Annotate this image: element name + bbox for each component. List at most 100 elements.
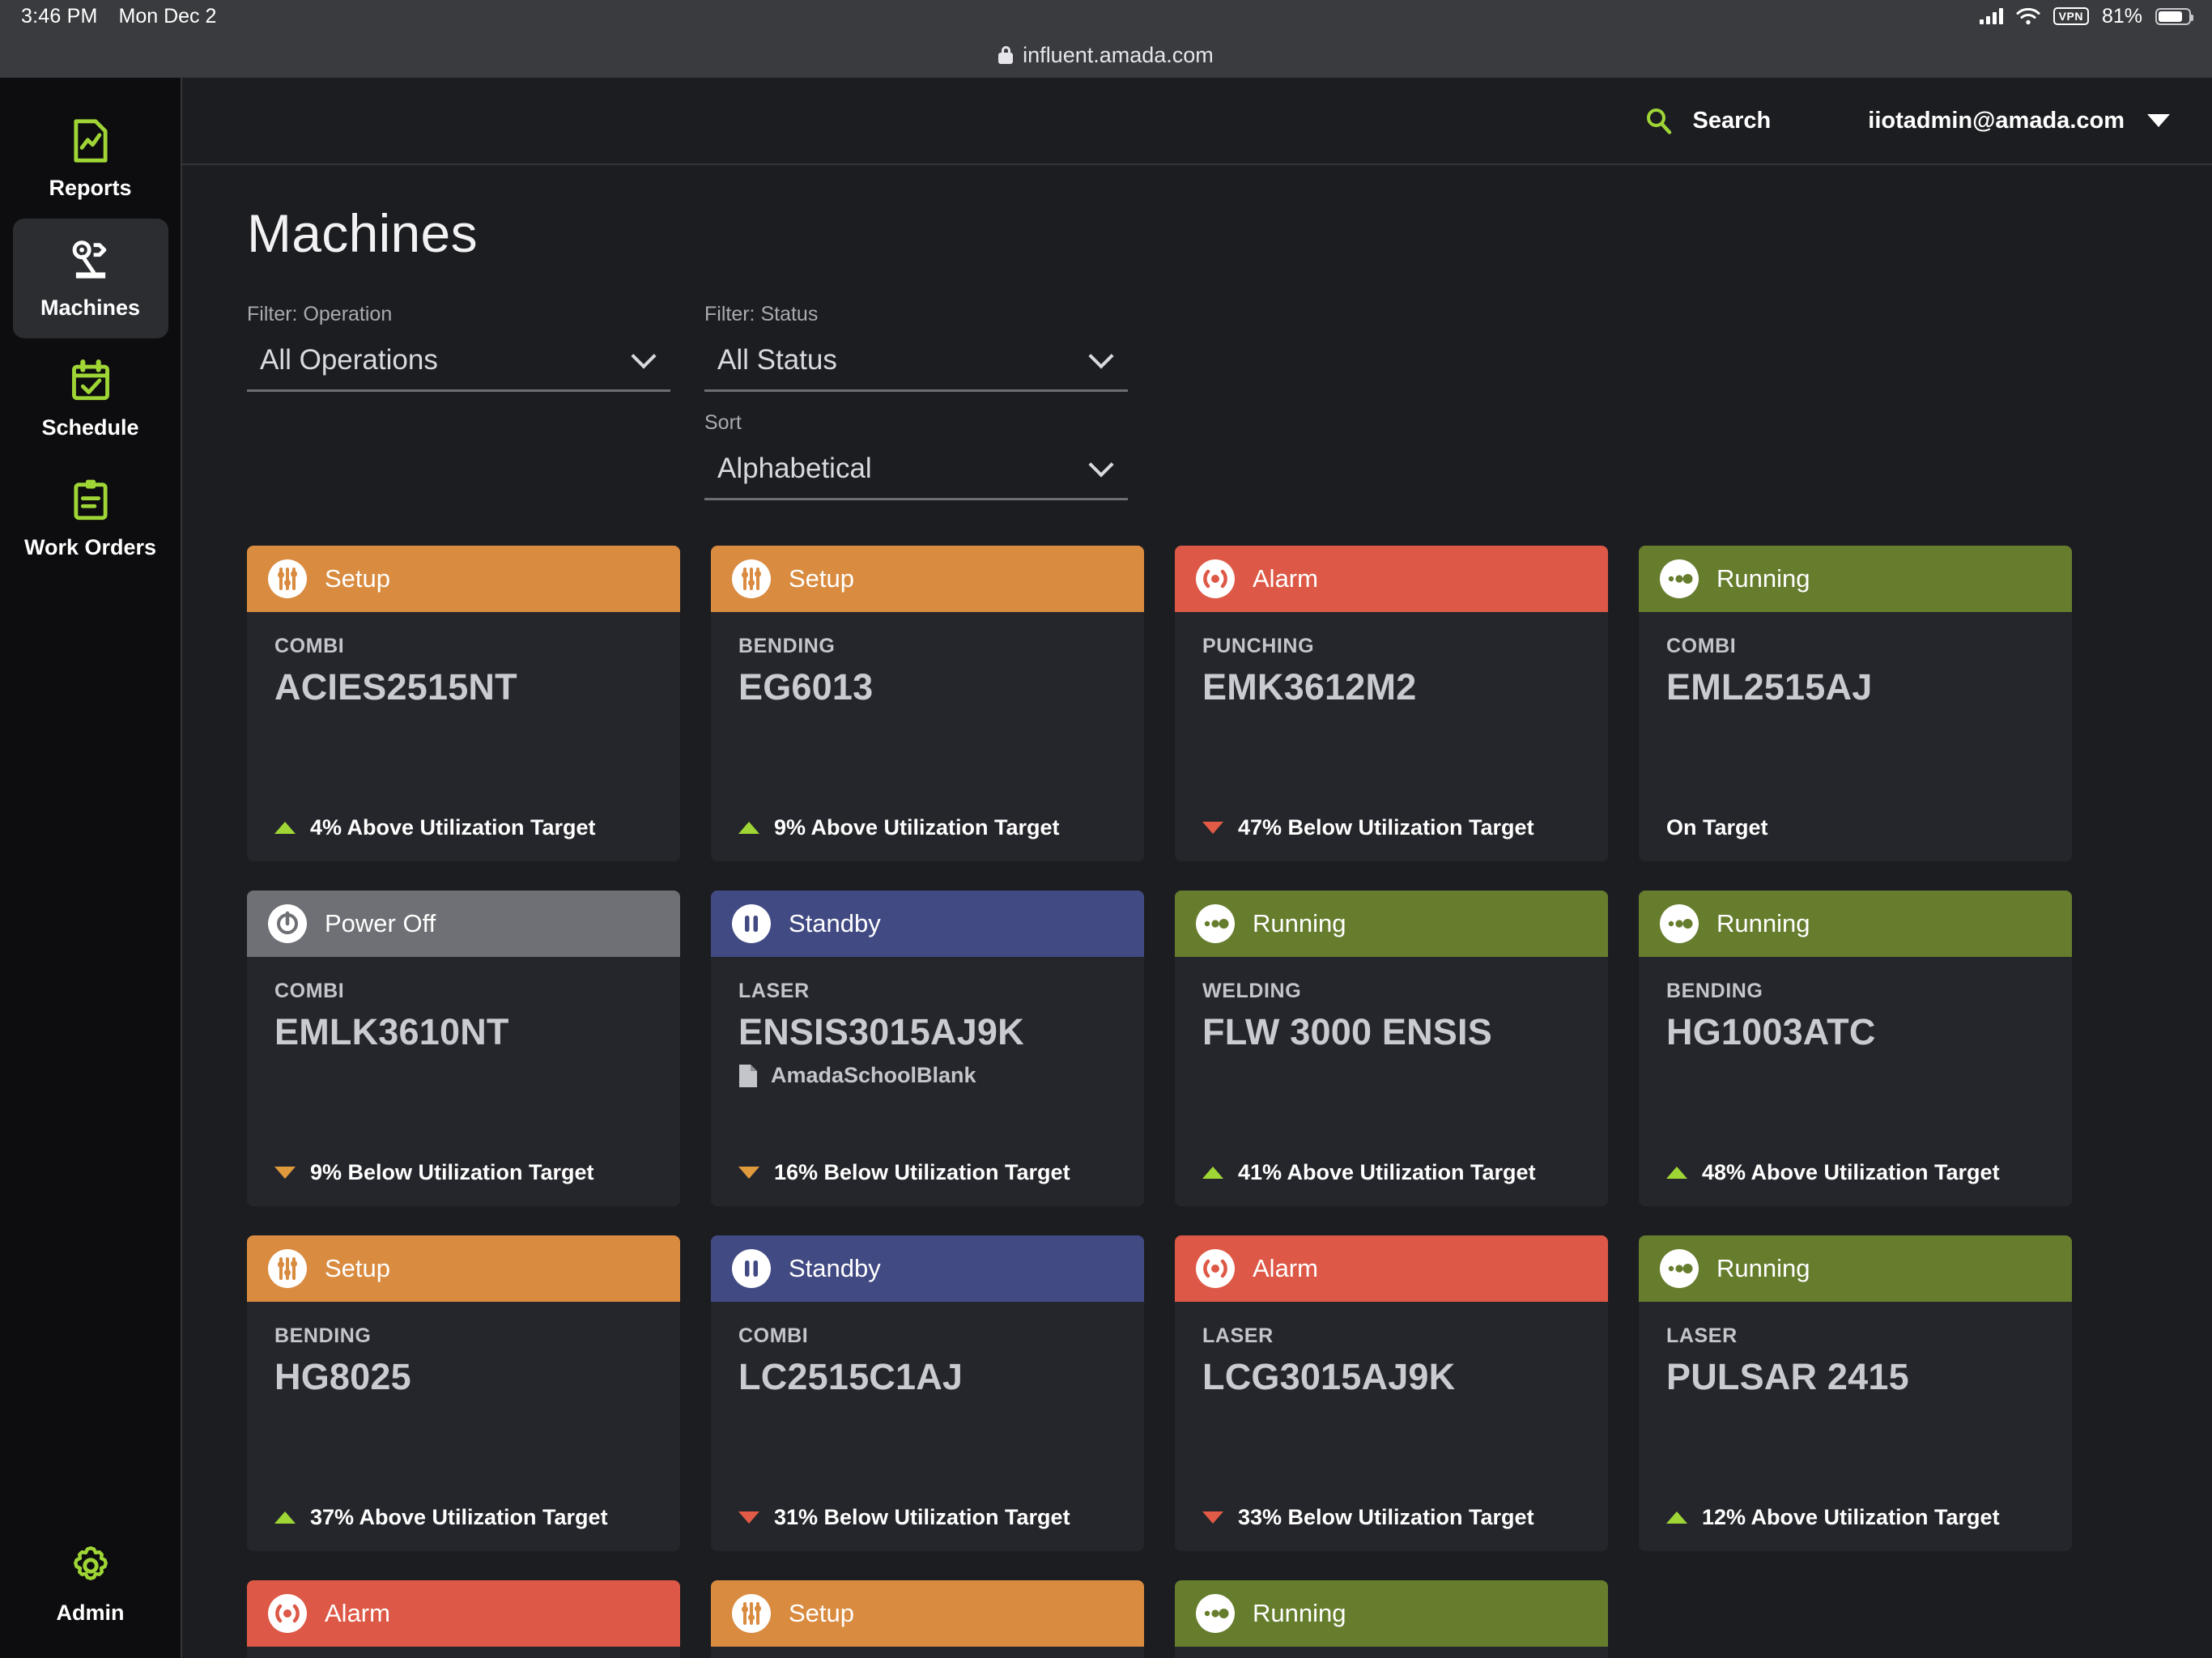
filter-status-label: Filter: Status <box>704 303 1128 326</box>
sidebar-item-schedule[interactable]: Schedule <box>13 338 168 458</box>
machine-utilization-text: 33% Below Utilization Target <box>1238 1505 1534 1530</box>
robot-arm-icon <box>67 237 114 284</box>
machine-name: HG8025 <box>274 1356 653 1398</box>
machine-utilization-text: 37% Above Utilization Target <box>310 1505 608 1530</box>
machine-name: ACIES2515NT <box>274 666 653 708</box>
machine-status-label: Alarm <box>325 1599 390 1628</box>
machine-card-status-header: Setup <box>711 546 1144 612</box>
search-label: Search <box>1693 108 1772 134</box>
wifi-icon <box>2016 7 2040 25</box>
machine-card-status-header: Running <box>1639 891 2072 957</box>
search-button[interactable]: Search <box>1644 107 1772 134</box>
machine-card[interactable]: AlarmPUNCHINGEMK3612M247% Below Utilizat… <box>1175 546 1608 861</box>
machine-status-label: Setup <box>325 1254 390 1283</box>
machine-card[interactable]: Setup COMBI ACIES2515NT 4% Above Utilizatio… <box>247 546 680 861</box>
machine-status-label: Alarm <box>1253 1254 1318 1283</box>
machine-status-label: Running <box>1253 909 1346 938</box>
trend-down-red-icon <box>738 1511 759 1524</box>
machine-operation-type: LASER <box>738 980 1117 1003</box>
machine-status-label: Alarm <box>1253 564 1318 593</box>
machine-status-label: Standby <box>789 909 881 938</box>
machine-status-label: Standby <box>789 1254 881 1283</box>
account-email: iiotadmin@amada.com <box>1868 108 2125 134</box>
machine-card[interactable]: Alarm <box>247 1580 680 1658</box>
machine-card[interactable]: Running <box>1175 1580 1608 1658</box>
sidebar-item-reports[interactable]: Reports <box>13 99 168 219</box>
url-text: influent.amada.com <box>1023 43 1214 68</box>
status-bar-time: 3:46 PM <box>21 5 98 28</box>
calendar-check-icon <box>67 357 114 404</box>
machine-card-body <box>711 1647 1144 1658</box>
filter-status-value: All Status <box>717 344 837 376</box>
trend-up-icon <box>738 822 759 834</box>
machine-operation-type: BENDING <box>274 1324 653 1348</box>
sliders-setup-icon <box>268 559 307 598</box>
machine-utilization: 47% Below Utilization Target <box>1202 815 1580 840</box>
machine-card[interactable]: Setup <box>711 1580 1144 1658</box>
machine-name: HG1003ATC <box>1666 1011 2044 1053</box>
machine-card-status-header: Setup <box>247 546 680 612</box>
pause-standby-icon <box>732 1249 771 1288</box>
trend-up-icon <box>1202 1167 1223 1179</box>
browser-url-bar[interactable]: influent.amada.com <box>0 32 2212 78</box>
machine-card[interactable]: AlarmLASERLCG3015AJ9K33% Below Utilizati… <box>1175 1235 1608 1551</box>
machine-card[interactable]: Setup BENDING HG8025 37% Above Utilization … <box>247 1235 680 1551</box>
machine-utilization: 37% Above Utilization Target <box>274 1505 653 1530</box>
file-document-icon <box>738 1064 758 1088</box>
machine-status-label: Power Off <box>325 909 436 938</box>
machine-card[interactable]: Standby LASER ENSIS3015AJ9K AmadaSchoolBlan… <box>711 891 1144 1206</box>
machine-card-status-header: Running <box>1639 1235 2072 1302</box>
machine-attachment[interactable]: AmadaSchoolBlank <box>738 1063 1117 1088</box>
machine-card[interactable]: RunningLASERPULSAR 241512% Above Utiliza… <box>1639 1235 2072 1551</box>
machine-card[interactable]: RunningBENDINGHG1003ATC48% Above Utiliza… <box>1639 891 2072 1206</box>
filter-operation-select[interactable]: All Operations <box>247 339 670 392</box>
sliders-setup-icon <box>732 559 771 598</box>
trend-down-orange-icon <box>738 1167 759 1179</box>
machine-card-body: BENDING HG8025 37% Above Utilization Targe… <box>247 1302 680 1551</box>
machine-utilization-text: 9% Below Utilization Target <box>310 1160 594 1185</box>
machine-card[interactable]: RunningCOMBIEML2515AJOn Target <box>1639 546 2072 861</box>
machine-status-label: Setup <box>325 564 390 593</box>
machine-utilization-text: 31% Below Utilization Target <box>774 1505 1070 1530</box>
machine-utilization-text: 4% Above Utilization Target <box>310 815 596 840</box>
machine-status-label: Running <box>1716 564 1810 593</box>
machine-card[interactable]: StandbyCOMBILC2515C1AJ31% Below Utilizat… <box>711 1235 1144 1551</box>
page-title: Machines <box>247 202 2147 264</box>
chevron-down-icon <box>631 343 656 368</box>
machine-operation-type: COMBI <box>1666 635 2044 658</box>
filter-status-column: Filter: Status All Status Sort Alphabeti… <box>704 303 1128 500</box>
pause-standby-icon <box>732 904 771 943</box>
sidebar-item-label: Reports <box>49 176 131 201</box>
machine-utilization: 33% Below Utilization Target <box>1202 1505 1580 1530</box>
vpn-badge-icon: VPN <box>2053 7 2089 25</box>
filter-status-select[interactable]: All Status <box>704 339 1128 392</box>
machine-utilization-text: 47% Below Utilization Target <box>1238 815 1534 840</box>
filter-sort-select[interactable]: Alphabetical <box>704 448 1128 500</box>
report-document-icon <box>67 117 114 164</box>
alarm-beacon-icon <box>268 1594 307 1633</box>
machine-name: EML2515AJ <box>1666 666 2044 708</box>
machine-utilization-text: 41% Above Utilization Target <box>1238 1160 1536 1185</box>
machine-card[interactable]: RunningWELDINGFLW 3000 ENSIS41% Above Ut… <box>1175 891 1608 1206</box>
sidebar-item-machines[interactable]: Machines <box>13 219 168 338</box>
machine-name: PULSAR 2415 <box>1666 1356 2044 1398</box>
machine-operation-type: LASER <box>1202 1324 1580 1348</box>
lock-icon <box>998 46 1013 64</box>
machine-card-status-header: Running <box>1175 1580 1608 1647</box>
machine-card[interactable]: SetupBENDINGEG60139% Above Utilization T… <box>711 546 1144 861</box>
filter-operation-value: All Operations <box>260 344 438 376</box>
sidebar-item-admin[interactable]: Admin <box>13 1524 168 1643</box>
machine-name: ENSIS3015AJ9K <box>738 1011 1117 1053</box>
account-menu[interactable]: iiotadmin@amada.com <box>1868 108 2170 134</box>
running-dots-icon <box>1660 904 1699 943</box>
machine-name: EG6013 <box>738 666 1117 708</box>
trend-up-icon <box>274 822 296 834</box>
sidebar-item-work-orders[interactable]: Work Orders <box>13 458 168 578</box>
machine-card-status-header: Setup <box>711 1580 1144 1647</box>
machine-operation-type: COMBI <box>274 635 653 658</box>
battery-icon <box>2155 8 2191 25</box>
machine-card[interactable]: Power OffCOMBIEMLK3610NT9% Below Utiliza… <box>247 891 680 1206</box>
machine-operation-type: BENDING <box>1666 980 2044 1003</box>
machine-status-label: Running <box>1253 1599 1346 1628</box>
filter-status: Filter: Status All Status <box>704 303 1128 392</box>
